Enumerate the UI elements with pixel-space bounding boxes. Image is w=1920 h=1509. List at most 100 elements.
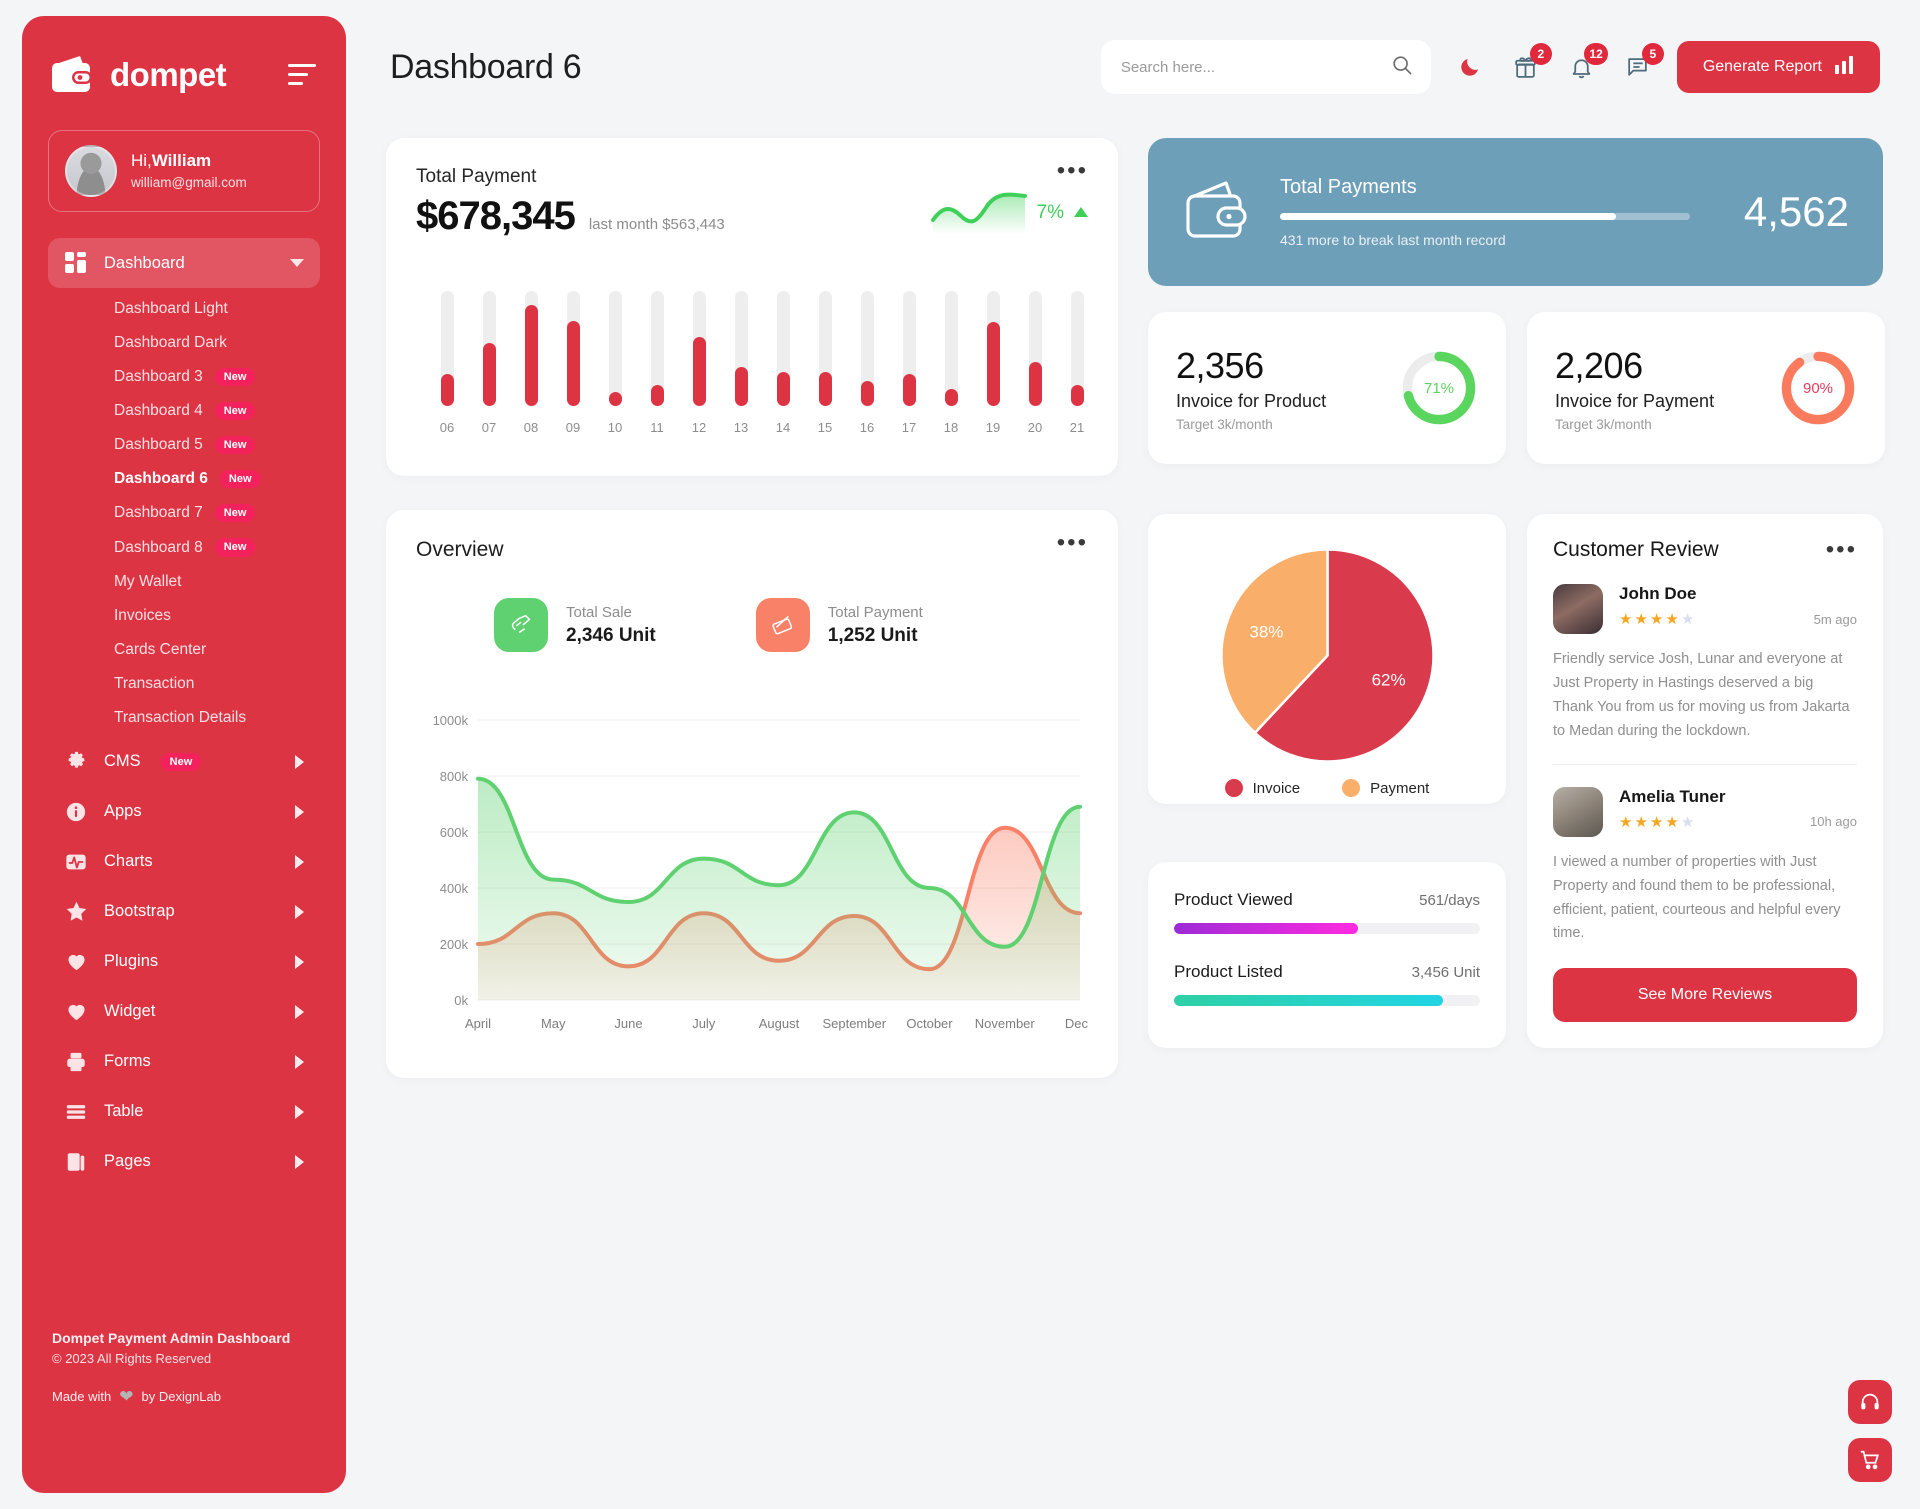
pages-icon — [64, 1150, 88, 1174]
generate-report-label: Generate Report — [1702, 58, 1822, 75]
new-badge: New — [214, 538, 256, 557]
sidebar-item-widget[interactable]: Widget — [48, 987, 320, 1037]
chevron-right-icon — [295, 1054, 304, 1069]
sidebar-subitem-cards-center[interactable]: Cards Center — [48, 633, 320, 667]
avatar — [1553, 584, 1603, 634]
sidebar-subitem-dashboard-light[interactable]: Dashboard Light — [48, 292, 320, 326]
generate-report-button[interactable]: Generate Report — [1676, 41, 1880, 93]
chevron-right-icon — [295, 1004, 304, 1019]
bar-label: 12 — [691, 420, 707, 435]
invoice-for-product-card: 2,356 Invoice for Product Target 3k/mont… — [1148, 312, 1506, 464]
sidebar-subitem-label: Dashboard 3 — [114, 368, 203, 386]
search-input[interactable] — [1120, 58, 1391, 76]
sidebar-item-label: Forms — [104, 1052, 151, 1071]
y-axis-tick: 400k — [440, 881, 469, 896]
table-icon — [64, 1100, 88, 1124]
stat-label: Invoice for Payment — [1555, 390, 1715, 411]
x-axis-tick: May — [541, 1016, 566, 1031]
more-dots-icon[interactable]: ••• — [931, 159, 1088, 182]
pulse-icon — [64, 850, 88, 874]
banner-subtitle: 431 more to break last month record — [1280, 232, 1506, 248]
sidebar-item-table[interactable]: Table — [48, 1087, 320, 1137]
total-payments-banner: Total Payments 431 more to break last mo… — [1148, 138, 1883, 286]
info-icon — [64, 800, 88, 824]
sidebar-subitem-dashboard-8[interactable]: Dashboard 8 New — [48, 530, 320, 564]
headset-icon[interactable] — [1848, 1380, 1892, 1424]
sale-hand-icon — [494, 598, 548, 652]
sidebar-subitem-dashboard-4[interactable]: Dashboard 4 New — [48, 394, 320, 428]
sidebar-item-apps[interactable]: Apps — [48, 787, 320, 837]
gift-icon[interactable]: 2 — [1509, 43, 1552, 84]
footer-copyright: © 2023 All Rights Reserved — [52, 1351, 212, 1366]
legend-item-invoice[interactable]: Invoice — [1224, 779, 1300, 797]
sidebar-item-cms[interactable]: CMS New — [48, 737, 320, 787]
cart-icon[interactable] — [1848, 1438, 1892, 1482]
sidebar-item-forms[interactable]: Forms — [48, 1037, 320, 1087]
sidebar-subitem-transaction-details[interactable]: Transaction Details — [48, 701, 320, 735]
x-axis-tick: Dec.. — [1065, 1016, 1088, 1031]
bell-icon[interactable]: 12 — [1565, 43, 1608, 84]
wallet-icon — [50, 54, 96, 94]
bar-label: 08 — [523, 420, 539, 435]
y-axis-tick: 600k — [440, 825, 469, 840]
dashboard-submenu: Dashboard Light Dashboard Dark Dashboard 3… — [48, 288, 320, 737]
sidebar-item-bootstrap[interactable]: Bootstrap — [48, 887, 320, 937]
bar-label: 20 — [1027, 420, 1043, 435]
progress-fill — [1174, 995, 1444, 1006]
divider — [1553, 763, 1857, 765]
chevron-right-icon — [295, 904, 304, 919]
sidebar-subitem-transaction[interactable]: Transaction — [48, 667, 320, 701]
total-payment-sparkline — [930, 192, 1027, 234]
total-payment-percent: 7% — [1036, 201, 1064, 223]
new-badge: New — [214, 504, 256, 523]
sidebar-subitem-dashboard-3[interactable]: Dashboard 3 New — [48, 360, 320, 394]
sidebar-subitem-dashboard-6[interactable]: Dashboard 6 New — [48, 462, 320, 496]
sidebar-subitem-dashboard-7[interactable]: Dashboard 7 New — [48, 496, 320, 530]
footer-author: by DexignLab — [141, 1389, 222, 1404]
product-progress-card: Product Viewed 561/days Product Listed 3… — [1148, 862, 1506, 1048]
sidebar-item-dashboard[interactable]: Dashboard — [48, 238, 320, 288]
more-dots-icon[interactable]: ••• — [1057, 531, 1088, 554]
y-axis-tick: 0k — [454, 993, 468, 1008]
overview-stat-label: Total Payment — [827, 603, 923, 621]
x-axis-tick: April — [465, 1016, 491, 1031]
message-icon[interactable]: 5 — [1621, 43, 1664, 84]
sidebar-item-pages[interactable]: Pages — [48, 1137, 320, 1187]
star-rating: ★★★★★ — [1619, 611, 1697, 628]
sidebar-subitem-my-wallet[interactable]: My Wallet — [48, 565, 320, 599]
sidebar-subitem-dashboard-5[interactable]: Dashboard 5 New — [48, 428, 320, 462]
gift-badge-count: 2 — [1529, 43, 1552, 65]
progress-row-listed: Product Listed 3,456 Unit — [1174, 962, 1480, 1006]
sidebar-item-charts[interactable]: Charts — [48, 837, 320, 887]
sidebar-subitem-dashboard-dark[interactable]: Dashboard Dark — [48, 326, 320, 360]
footer-made-with: Made with — [52, 1389, 112, 1404]
bar-label: 09 — [565, 420, 581, 435]
hamburger-icon[interactable] — [288, 63, 316, 85]
review-time: 5m ago — [1813, 611, 1857, 627]
donut-percent: 71% — [1423, 379, 1455, 397]
banner-title: Total Payments — [1280, 176, 1417, 198]
progress-label: Product Viewed — [1174, 890, 1293, 909]
review-item: Amelia Tuner ★★★★★ 10h ago I viewed a nu… — [1553, 786, 1857, 947]
search-icon[interactable] — [1391, 54, 1413, 81]
sidebar-subitem-label: Dashboard 6 — [114, 470, 208, 488]
bar-label: 15 — [817, 420, 833, 435]
review-time: 10h ago — [1810, 814, 1857, 830]
sidebar-subitem-invoices[interactable]: Invoices — [48, 599, 320, 633]
more-dots-icon[interactable]: ••• — [1826, 538, 1857, 561]
sidebar-subitem-label: Dashboard 4 — [114, 402, 203, 420]
y-axis-tick: 1000k — [433, 713, 469, 728]
progress-track — [1174, 923, 1480, 934]
bar-label: 19 — [985, 420, 1001, 435]
sidebar-item-plugins[interactable]: Plugins — [48, 937, 320, 987]
bar-label: 11 — [650, 420, 664, 435]
profile-box[interactable]: Hi,William william@gmail.com — [48, 130, 320, 212]
overview-stat-value: 1,252 Unit — [827, 624, 918, 646]
see-more-reviews-button[interactable]: See More Reviews — [1553, 968, 1857, 1023]
progress-value: 561/days — [1419, 892, 1480, 909]
moon-icon[interactable] — [1453, 50, 1487, 84]
y-axis-tick: 200k — [440, 937, 469, 952]
star-rating: ★★★★★ — [1619, 813, 1697, 831]
legend-item-payment[interactable]: Payment — [1342, 779, 1429, 797]
search-box[interactable] — [1100, 40, 1431, 94]
